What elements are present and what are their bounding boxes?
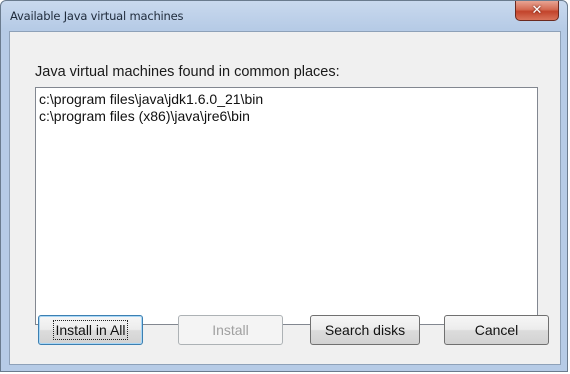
jvm-listbox[interactable]: c:\program files\java\jdk1.6.0_21\bin c:… bbox=[35, 87, 538, 325]
dialog-window: Available Java virtual machines ✕ Java v… bbox=[0, 0, 568, 372]
close-icon: ✕ bbox=[531, 3, 543, 18]
install-button: Install bbox=[178, 315, 283, 345]
jvm-list-label: Java virtual machines found in common pl… bbox=[35, 64, 340, 80]
install-in-all-button[interactable]: Install in All bbox=[38, 315, 143, 345]
list-item[interactable]: c:\program files\java\jdk1.6.0_21\bin bbox=[38, 91, 535, 108]
title-bar[interactable]: Available Java virtual machines ✕ bbox=[1, 1, 567, 31]
search-disks-button[interactable]: Search disks bbox=[310, 315, 420, 345]
search-disks-label: Search disks bbox=[324, 322, 406, 338]
cancel-button[interactable]: Cancel bbox=[444, 315, 549, 345]
close-button[interactable]: ✕ bbox=[515, 1, 559, 21]
dialog-body: Java virtual machines found in common pl… bbox=[9, 31, 561, 365]
install-label: Install bbox=[212, 322, 249, 338]
list-item[interactable]: c:\program files (x86)\java\jre6\bin bbox=[38, 108, 535, 125]
cancel-label: Cancel bbox=[474, 322, 519, 338]
install-in-all-label: Install in All bbox=[53, 320, 128, 340]
window-title: Available Java virtual machines bbox=[10, 9, 184, 23]
